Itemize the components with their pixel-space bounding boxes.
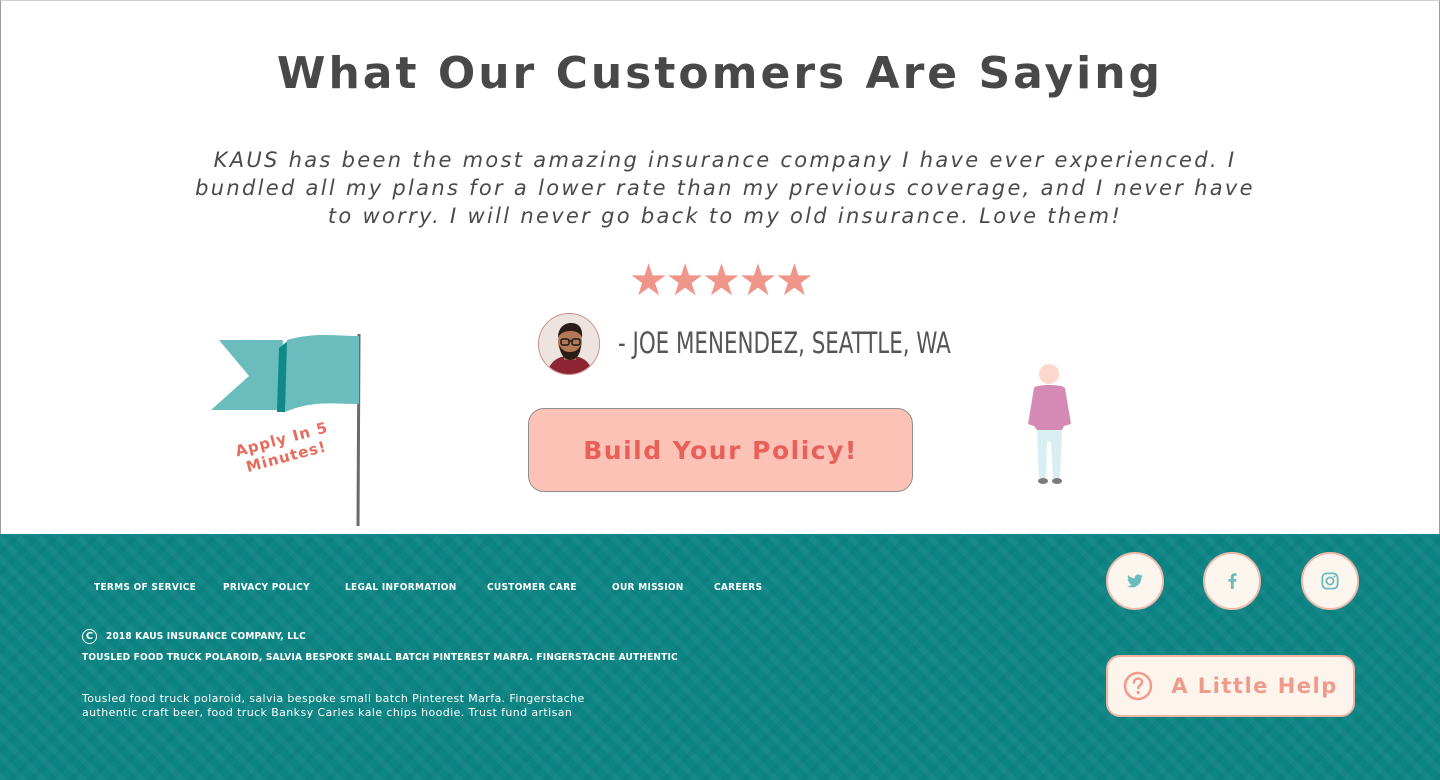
customer-photo <box>539 314 599 374</box>
footer-link-customer-care[interactable]: Customer Care <box>487 582 577 593</box>
footer-nav: Terms of Service Privacy Policy Legal In… <box>0 582 900 598</box>
facebook-button[interactable] <box>1203 552 1261 610</box>
customer-avatar <box>538 313 600 375</box>
question-mark-icon <box>1123 671 1153 701</box>
footer-link-terms[interactable]: Terms of Service <box>94 582 196 593</box>
testimonials-heading: What Our Customers Are Saying <box>276 48 1164 99</box>
instagram-button[interactable] <box>1301 552 1359 610</box>
copyright-icon: C <box>82 629 97 644</box>
testimonial-quote: KAUS has been the most amazing insurance… <box>195 148 1255 228</box>
facebook-icon <box>1228 573 1236 589</box>
site-footer: Terms of Service Privacy Policy Legal In… <box>0 534 1440 780</box>
build-policy-button[interactable]: Build Your Policy! <box>528 408 913 492</box>
instagram-icon <box>1321 572 1339 590</box>
footer-link-legal[interactable]: Legal Information <box>345 582 457 593</box>
person-illustration <box>1028 364 1071 484</box>
footer-link-privacy[interactable]: Privacy Policy <box>223 582 310 593</box>
star-rating: ★★★★★ <box>628 255 814 306</box>
help-button[interactable]: A Little Help <box>1106 655 1355 717</box>
twitter-button[interactable] <box>1106 552 1164 610</box>
twitter-icon <box>1127 574 1143 588</box>
footer-link-careers[interactable]: Careers <box>714 582 762 593</box>
customer-attribution: - Joe Menendez, Seattle, WA <box>618 326 951 360</box>
copyright-text: 2018 KAUS Insurance Company, LLC <box>106 631 306 642</box>
footer-link-mission[interactable]: Our Mission <box>612 582 684 593</box>
footer-tagline: Tousled food truck polaroid, salvia besp… <box>82 652 678 663</box>
help-label: A Little Help <box>1171 674 1338 698</box>
copyright: C 2018 KAUS Insurance Company, LLC <box>82 629 306 644</box>
footer-blurb: Tousled food truck polaroid, salvia besp… <box>82 692 585 719</box>
